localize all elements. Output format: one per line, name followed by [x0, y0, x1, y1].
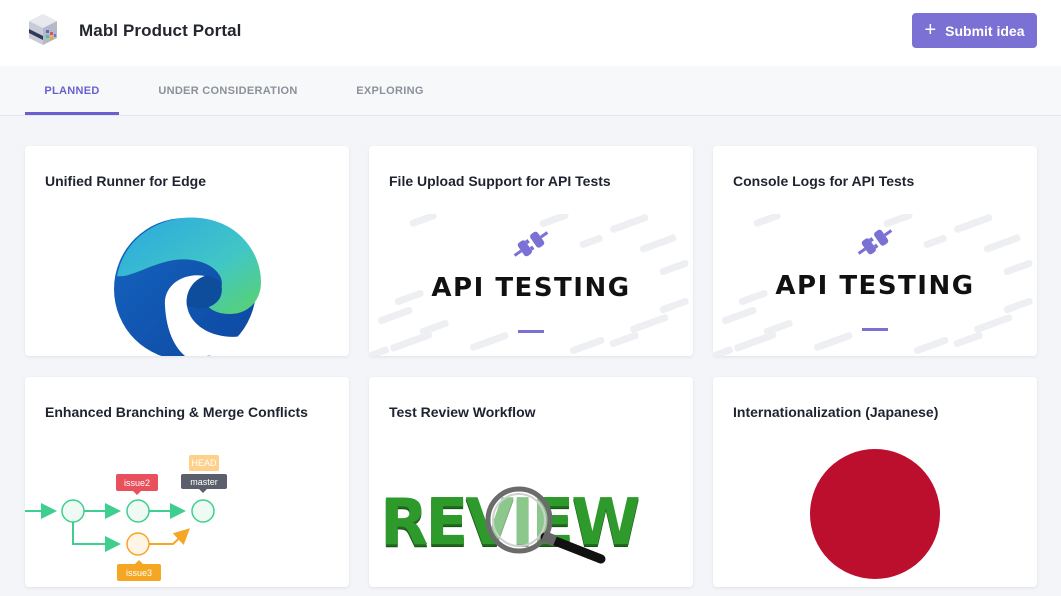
mabl-logo-icon[interactable]	[24, 12, 62, 50]
idea-card[interactable]: Internationalization (Japanese)	[713, 377, 1037, 587]
plus-icon: +	[924, 18, 937, 41]
tab-bar: PLANNED UNDER CONSIDERATION EXPLORING	[0, 66, 1061, 116]
plug-icon	[513, 231, 549, 257]
tab-exploring[interactable]: EXPLORING	[345, 66, 435, 115]
idea-card[interactable]: Test Review Workflow REVIEW	[369, 377, 693, 587]
idea-card[interactable]: File Upload Support for API Tests API TE…	[369, 146, 693, 356]
app-title: Mabl Product Portal	[79, 21, 242, 40]
card-title: Internationalization (Japanese)	[733, 404, 939, 420]
submit-idea-label: Submit idea	[945, 22, 1025, 39]
top-header: Mabl Product Portal + Submit idea	[0, 0, 1061, 66]
japan-flag-icon	[810, 449, 940, 579]
magnifier-icon	[485, 486, 606, 564]
idea-card[interactable]: Enhanced Branching & Merge Conflicts iss…	[25, 377, 349, 587]
submit-idea-button[interactable]: + Submit idea	[912, 13, 1037, 48]
card-title: Unified Runner for Edge	[45, 173, 206, 189]
tab-under-consideration[interactable]: UNDER CONSIDERATION	[150, 66, 306, 115]
edge-browser-logo-icon	[114, 217, 261, 356]
card-title: Test Review Workflow	[389, 404, 536, 420]
master-label: master	[190, 477, 218, 487]
issue3-label: issue3	[126, 568, 152, 578]
api-testing-text: API TESTING	[431, 273, 631, 303]
card-title: Console Logs for API Tests	[733, 173, 915, 189]
api-testing-text: API TESTING	[775, 271, 975, 301]
card-title: File Upload Support for API Tests	[389, 173, 611, 189]
idea-card[interactable]: Unified Runner for Edge	[25, 146, 349, 356]
head-label: HEAD	[191, 458, 217, 468]
issue2-label: issue2	[124, 478, 150, 488]
card-title: Enhanced Branching & Merge Conflicts	[45, 404, 308, 420]
git-branch-diagram: issue2 HEAD master issue3	[25, 455, 227, 581]
plug-icon	[857, 229, 893, 255]
tab-planned[interactable]: PLANNED	[25, 66, 119, 115]
idea-card[interactable]: Console Logs for API Tests API TESTING	[713, 146, 1037, 356]
